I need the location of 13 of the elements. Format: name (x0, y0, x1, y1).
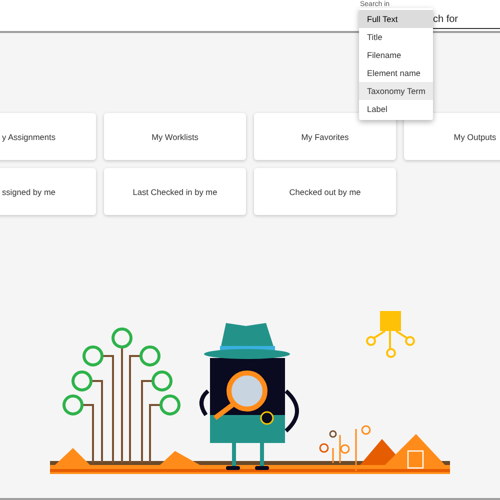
shortcut-card[interactable]: ssigned by me (0, 168, 96, 215)
shortcut-card[interactable]: My Favorites (254, 113, 396, 160)
menu-item[interactable]: Filename (359, 46, 433, 64)
menu-item[interactable]: Taxonomy Term (359, 82, 433, 100)
shortcut-card[interactable]: Checked out by me (254, 168, 396, 215)
menu-item[interactable]: Full Text (359, 10, 433, 28)
shortcut-card[interactable]: My Outputs (404, 113, 500, 160)
menu-item[interactable]: Label (359, 100, 433, 118)
shortcut-card[interactable]: y Assignments (0, 113, 96, 160)
menu-item[interactable]: Title (359, 28, 433, 46)
menu-item[interactable]: Element name (359, 64, 433, 82)
shortcut-card[interactable]: My Worklists (104, 113, 246, 160)
shortcut-card[interactable]: Last Checked in by me (104, 168, 246, 215)
